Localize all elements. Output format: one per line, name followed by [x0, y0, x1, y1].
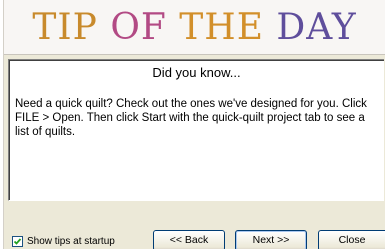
next-button[interactable]: Next >>: [235, 230, 307, 249]
banner: TIP OF THE DAY: [4, 0, 385, 55]
banner-word-the: THE: [179, 7, 264, 48]
show-tips-label: Show tips at startup: [27, 235, 115, 247]
tip-body: Need a quick quilt? Check out the ones w…: [15, 98, 367, 138]
tip-of-the-day-dialog: TIP OF THE DAY Did you know... Need a qu…: [0, 0, 385, 249]
banner-title: TIP OF THE DAY: [4, 6, 385, 50]
banner-word-tip: TIP: [32, 7, 98, 48]
back-button[interactable]: << Back: [153, 230, 225, 249]
banner-word-of: OF: [110, 7, 167, 48]
close-button[interactable]: Close: [318, 230, 385, 249]
tip-text-panel: Did you know... Need a quick quilt? Chec…: [8, 59, 384, 201]
checkbox-checked-icon[interactable]: [12, 235, 23, 247]
banner-word-day: DAY: [276, 7, 357, 48]
tip-heading: Did you know...: [152, 65, 241, 80]
dialog-footer: Show tips at startup << Back Next >> Clo…: [0, 226, 385, 249]
show-tips-checkbox[interactable]: Show tips at startup: [12, 234, 115, 248]
